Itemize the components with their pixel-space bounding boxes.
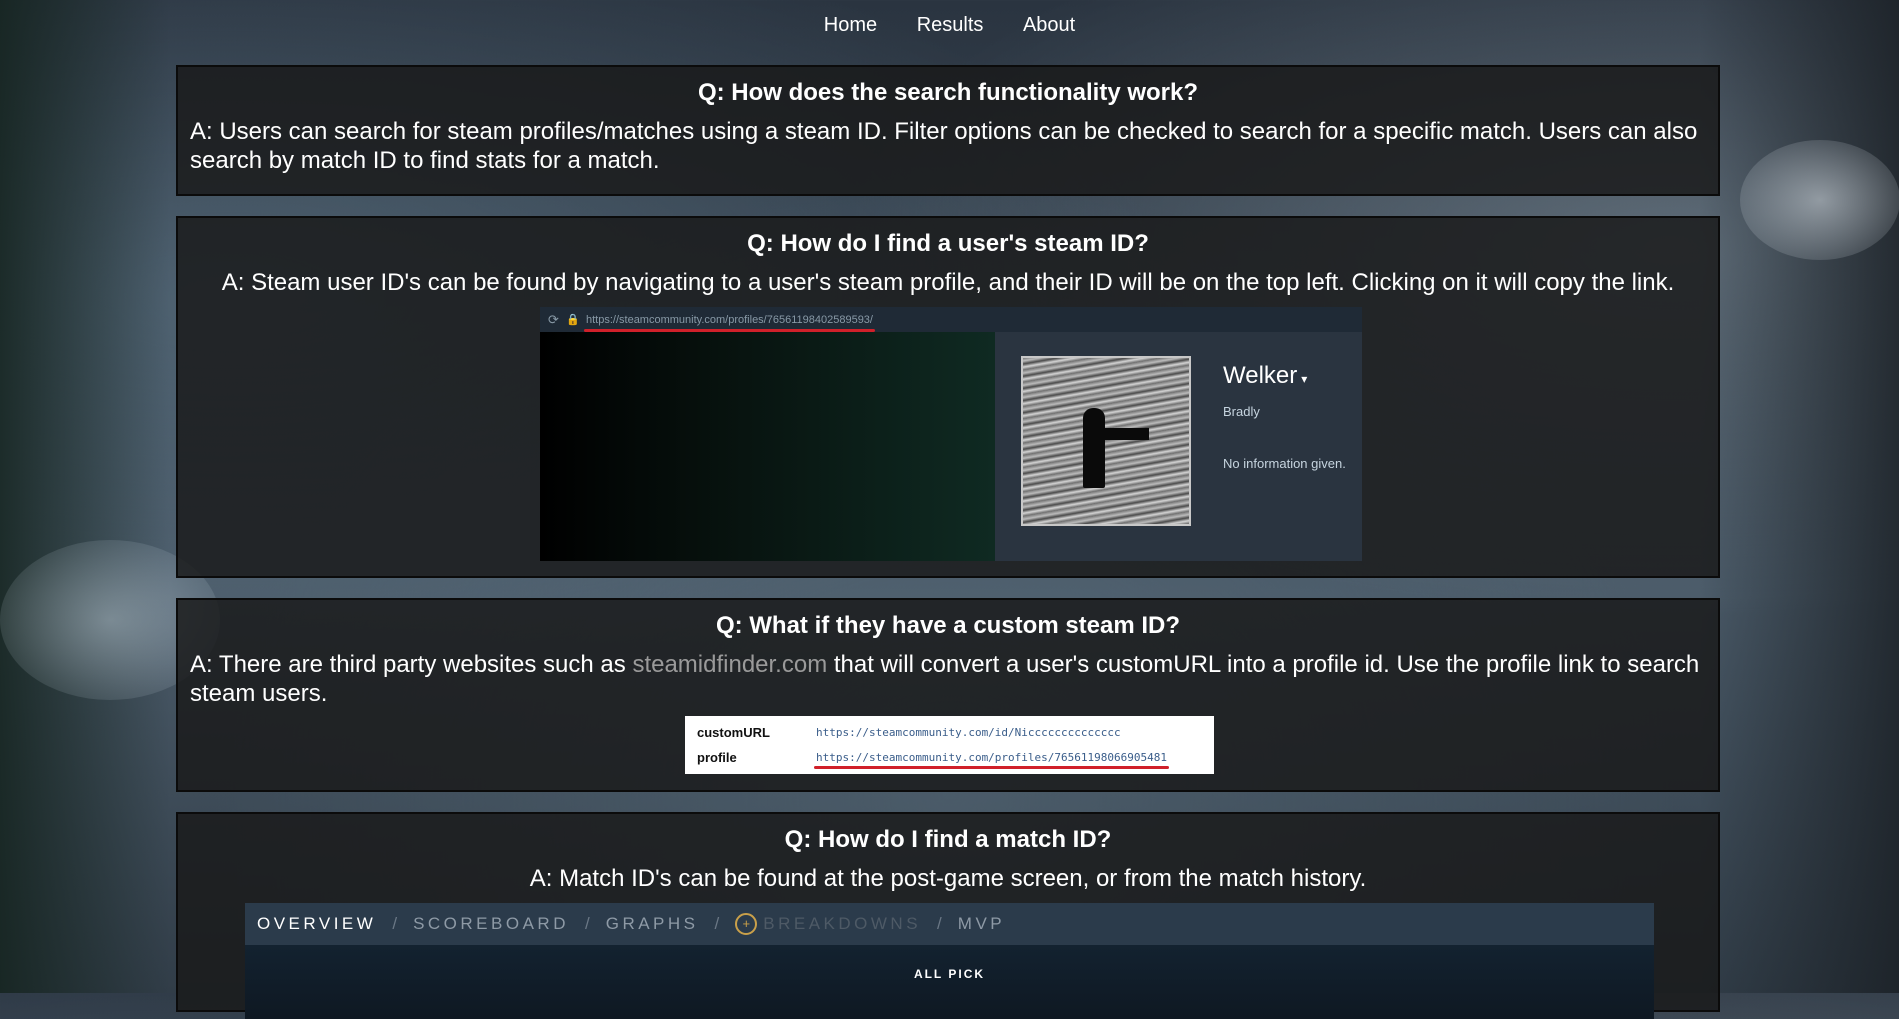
nav-results-link[interactable]: Results xyxy=(917,14,984,37)
tab-breakdowns: BREAKDOWNS xyxy=(763,914,922,933)
faq-question: Q: How do I find a match ID? xyxy=(784,826,1112,853)
lock-icon: 🔒 xyxy=(566,314,580,326)
row-label: customURL xyxy=(697,725,770,740)
faq-question: Q: How do I find a user's steam ID? xyxy=(747,230,1149,257)
faq-answer: A: Steam user ID's can be found by navig… xyxy=(221,269,1675,296)
steam-profile-screenshot: ⟳ 🔒 https://steamcommunity.com/profiles/… xyxy=(540,307,1362,561)
profile-real-name: Bradly xyxy=(1223,404,1260,419)
background-trees-left xyxy=(0,0,170,993)
nav-about-link[interactable]: About xyxy=(1023,14,1075,37)
faq-card-custom-id: Q: What if they have a custom steam ID? … xyxy=(176,598,1720,792)
tab-mvp: MVP xyxy=(957,914,1006,933)
faq-answer: A: Users can search for steam profiles/m… xyxy=(190,118,1698,174)
plus-icon: + xyxy=(735,913,758,935)
match-screenshot: OVERVIEW / SCOREBOARD / GRAPHS / + BREAKD… xyxy=(245,903,1654,1019)
faq-question: Q: How does the search functionality wor… xyxy=(697,79,1199,106)
nav-home-link[interactable]: Home xyxy=(824,14,877,37)
faq-card-match-id: Q: How do I find a match ID? A: Match ID… xyxy=(176,812,1720,1019)
profile-name: Welker ▾ xyxy=(1223,362,1308,389)
faq-answer: A: There are third party websites such a… xyxy=(190,651,1700,707)
row-label: profile xyxy=(697,750,737,765)
faq-card-search: Q: How does the search functionality wor… xyxy=(176,65,1720,196)
tab-graphs: GRAPHS xyxy=(605,914,699,933)
match-tabs: OVERVIEW / SCOREBOARD / GRAPHS / + BREAKD… xyxy=(245,903,1654,945)
faq-card-steam-id: Q: How do I find a user's steam ID? A: S… xyxy=(176,216,1720,578)
refresh-icon: ⟳ xyxy=(548,311,559,327)
caret-down-icon: ▾ xyxy=(1301,372,1308,386)
browser-address-bar: ⟳ 🔒 https://steamcommunity.com/profiles/… xyxy=(540,307,1362,332)
background-snow xyxy=(1740,140,1899,260)
profile-url: https://steamcommunity.com/profiles/7656… xyxy=(584,314,875,332)
faq-answer: A: Match ID's can be found at the post-g… xyxy=(529,865,1367,892)
game-mode: ALL PICK xyxy=(913,967,986,981)
background-rocks-right xyxy=(1699,0,1899,993)
red-underline xyxy=(814,766,1169,769)
tab-overview: OVERVIEW xyxy=(257,914,377,933)
profile-header: Welker ▾ Bradly No information given. xyxy=(995,332,1362,561)
tab-scoreboard: SCOREBOARD xyxy=(413,914,569,933)
custom-url-table: customURL https://steamcommunity.com/id/… xyxy=(685,716,1214,774)
row-value: https://steamcommunity.com/profiles/7656… xyxy=(814,751,1169,769)
avatar xyxy=(1021,356,1191,526)
faq-question: Q: What if they have a custom steam ID? xyxy=(715,612,1181,639)
top-nav: Home Results About xyxy=(0,14,1899,37)
profile-background xyxy=(540,332,995,561)
profile-info: No information given. xyxy=(1223,456,1346,471)
match-body: ALL PICK xyxy=(245,945,1654,1019)
row-value: https://steamcommunity.com/id/Nicccccccc… xyxy=(816,726,1121,739)
steamidfinder-link[interactable]: steamidfinder.com xyxy=(632,651,827,678)
